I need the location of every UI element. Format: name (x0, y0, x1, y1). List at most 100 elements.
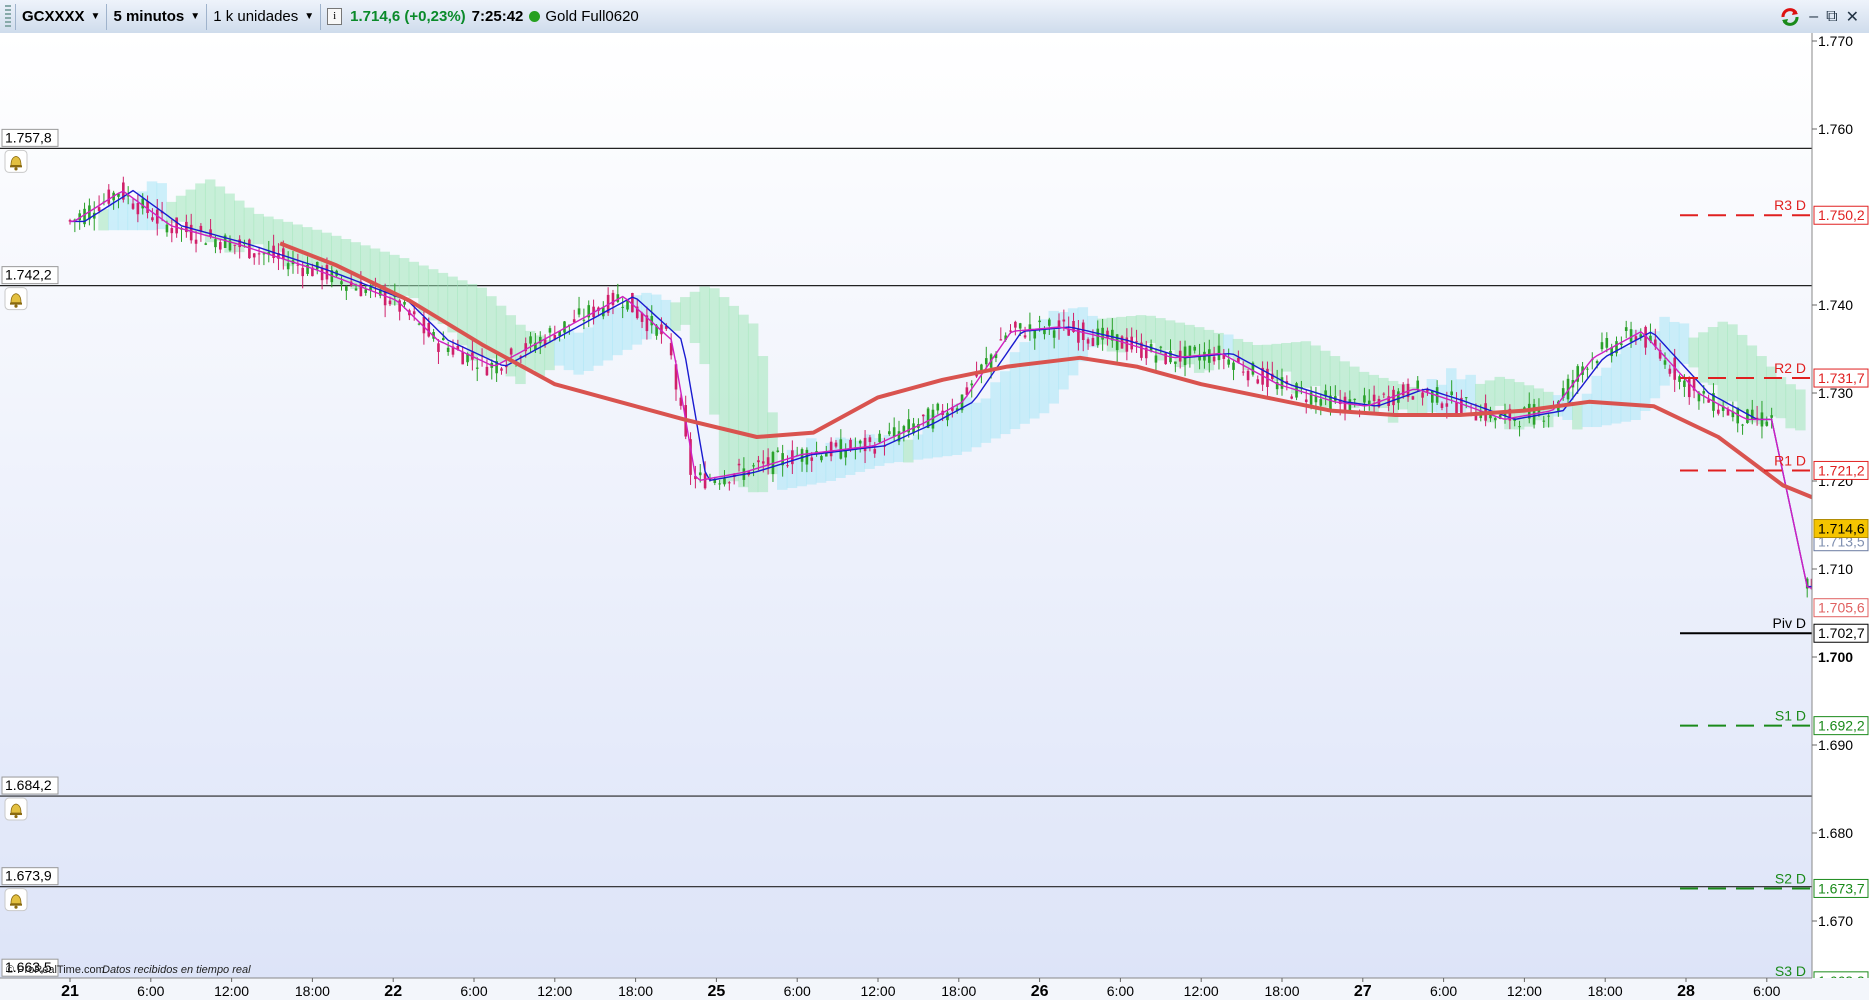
dropdown-caret-icon: ▼ (304, 11, 315, 22)
candle-body (461, 351, 464, 365)
cloud-segment (1727, 324, 1738, 402)
candle-body (1547, 415, 1550, 417)
candle-body (1159, 346, 1163, 348)
candle-body (1009, 330, 1012, 332)
units-selector[interactable]: 1 k unidades ▼ (207, 0, 320, 33)
x-tick-label: 12:00 (537, 983, 572, 999)
cloud-segment (1795, 389, 1806, 431)
candle-body (1086, 339, 1090, 344)
contract-name: Gold Full0620 (545, 8, 639, 25)
candle-body (500, 368, 503, 371)
candle-body (844, 450, 847, 458)
sync-icon[interactable] (1779, 7, 1801, 27)
x-tick-label: 12:00 (214, 983, 249, 999)
candle-body (301, 267, 305, 277)
info-icon[interactable]: i (327, 8, 343, 25)
pivot-price-tag: 1.731,7 (1818, 370, 1865, 386)
candle-body (388, 300, 392, 305)
quote-info: i 1.714,6 (+0,23%) 7:25:42 Gold Full0620 (321, 0, 645, 33)
candle-body (1193, 346, 1197, 351)
candle-body (146, 201, 149, 214)
candle-body (204, 243, 208, 245)
candle-body (194, 239, 198, 244)
candle-body (1683, 380, 1686, 387)
x-tick-label: 22 (384, 983, 402, 1000)
x-tick-label: 18:00 (941, 983, 976, 999)
candle-body (1319, 399, 1323, 406)
bell-icon[interactable] (4, 287, 28, 311)
candle-body (1363, 395, 1366, 403)
cloud-segment (573, 332, 584, 375)
dropdown-caret-icon: ▼ (190, 11, 201, 22)
candle-body (320, 268, 324, 281)
candle-body (282, 248, 285, 260)
candle-body (728, 482, 731, 484)
candle-body (820, 456, 823, 461)
alert-level-label: 1.742,2 (5, 267, 52, 283)
x-tick-label: 18:00 (618, 983, 653, 999)
pivot-name: R3 D (1774, 197, 1806, 213)
alert-level-label: 1.757,8 (5, 129, 52, 145)
instrument-selector[interactable]: GCXXXX ▼ (16, 0, 106, 33)
y-tick-label: 1.760 (1818, 121, 1853, 137)
cloud-segment (505, 315, 517, 377)
cloud-segment (699, 286, 710, 365)
restore-icon[interactable]: ⧉ (1826, 8, 1837, 26)
close-icon[interactable]: ✕ (1846, 7, 1859, 27)
candle-body (1033, 330, 1037, 339)
candle-body (1430, 390, 1434, 403)
candle-body (1246, 370, 1250, 381)
candle-body (446, 347, 450, 352)
window-controls: ‒ ⧉ ✕ (1779, 7, 1869, 27)
candle-body (723, 478, 726, 485)
ma-price-tag: 1.705,6 (1818, 600, 1865, 616)
candle-body (873, 449, 877, 454)
cloud-segment (583, 327, 594, 371)
candle-body (1586, 368, 1589, 370)
cloud-segment (1610, 354, 1622, 424)
candle-body (175, 217, 178, 234)
cloud-segment (689, 291, 701, 344)
alert-level-label: 1.673,9 (5, 868, 52, 884)
candle-body (218, 242, 222, 250)
bell-icon[interactable] (4, 797, 28, 821)
price-chart[interactable]: 1.757,81.742,21.684,21.673,91.663,5 R3 D… (0, 33, 1869, 1000)
minimize-icon[interactable]: ‒ (1809, 8, 1818, 26)
alert-level-label: 1.684,2 (5, 777, 52, 793)
x-tick-label: 18:00 (1588, 983, 1623, 999)
pivot-name: S1 D (1775, 708, 1806, 724)
footer-brand: © ProRealTime.com (6, 964, 105, 976)
cloud-segment (1019, 342, 1030, 424)
candle-body (475, 367, 479, 369)
candle-body (1687, 377, 1691, 398)
candle-body (834, 442, 838, 447)
grip-icon[interactable] (5, 4, 11, 29)
cloud-segment (1736, 334, 1748, 412)
y-tick-label: 1.670 (1818, 913, 1853, 929)
candle-body (1624, 327, 1628, 331)
bell-icon[interactable] (4, 149, 28, 173)
candle-body (1106, 330, 1109, 339)
candle-body (1605, 338, 1609, 348)
candle-body (136, 203, 140, 215)
x-tick-label: 18:00 (1264, 983, 1299, 999)
candle-body (325, 264, 329, 280)
chart-toolbar: GCXXXX ▼ 5 minutos ▼ 1 k unidades ▼ i 1.… (0, 0, 1869, 34)
candle-body (718, 483, 721, 485)
plot-background (0, 33, 1812, 978)
candle-body (888, 431, 891, 435)
quote-time: 7:25:42 (471, 8, 524, 25)
candle-body (165, 224, 169, 233)
candle-body (1038, 320, 1041, 323)
bell-icon[interactable] (4, 888, 28, 912)
pivot-price-tag: 1.721,2 (1818, 462, 1865, 478)
candle-body (485, 366, 489, 376)
timeframe-selector[interactable]: 5 minutos ▼ (107, 0, 206, 33)
candle-body (698, 472, 702, 476)
candle-body (1445, 403, 1449, 407)
candle-body (1096, 328, 1100, 346)
cloud-segment (1494, 376, 1506, 406)
cloud-segment (1698, 332, 1709, 383)
candle-body (412, 311, 416, 315)
candle-body (810, 457, 814, 461)
